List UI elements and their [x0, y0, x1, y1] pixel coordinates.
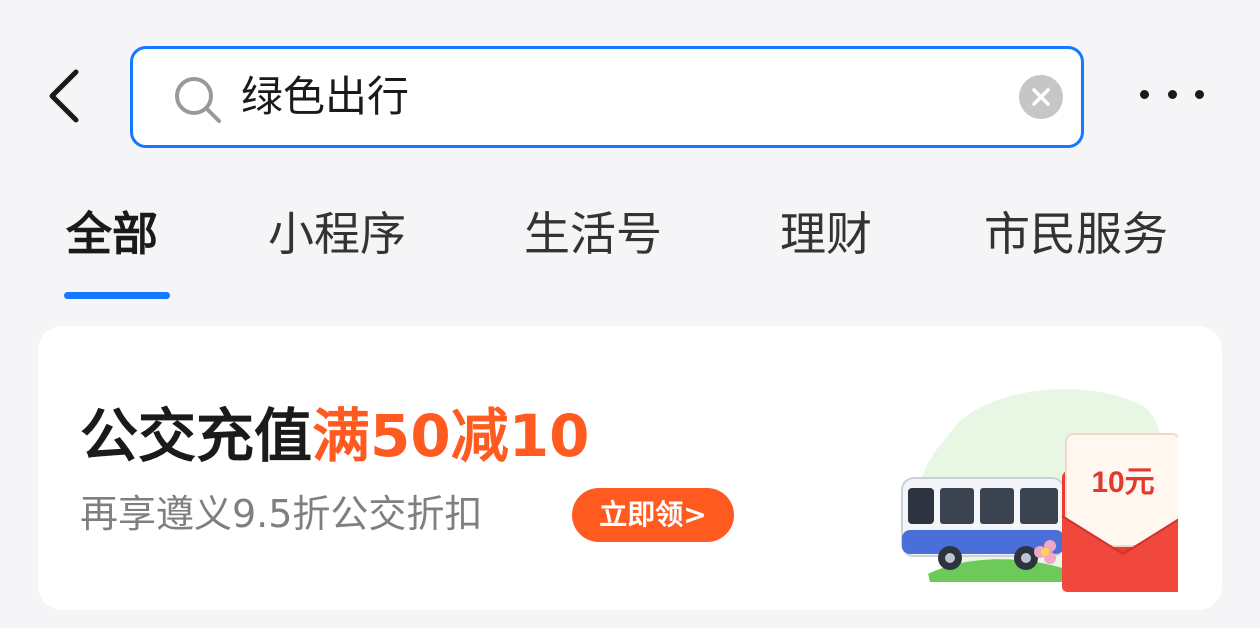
chevron-left-icon — [49, 69, 79, 123]
promo-title-highlight: 满50减10 — [312, 402, 590, 470]
search-icon — [175, 77, 221, 123]
more-options-button[interactable] — [1140, 78, 1204, 110]
promo-title-main: 公交充值 — [80, 402, 313, 470]
search-query-text: 绿色出行 — [241, 72, 410, 121]
tab-life-accounts[interactable]: 生活号 — [524, 196, 662, 272]
red-envelope-icon: 10元 — [1061, 433, 1178, 592]
bus-red-envelope-illustration: 10元 — [901, 389, 1178, 592]
envelope-amount-text: 10元 — [1091, 466, 1154, 499]
clear-search-button[interactable] — [1019, 75, 1063, 119]
clear-icon — [1032, 88, 1050, 106]
tab-all[interactable]: 全部 — [66, 196, 158, 272]
promo-title: 公交充值满50减10 — [80, 398, 589, 474]
tab-finance[interactable]: 理财 — [780, 196, 872, 272]
active-tab-indicator — [64, 292, 170, 299]
back-button[interactable] — [38, 64, 90, 128]
more-icon — [1140, 89, 1149, 99]
claim-now-button[interactable]: 立即领> — [572, 488, 734, 542]
bus-recharge-promo-card[interactable]: 公交充值满50减10 再享遵义9.5折公交折扣 立即领> 10元 — [38, 326, 1222, 610]
tab-citizen-services[interactable]: 市民服务 — [984, 196, 1168, 272]
tab-mini-programs[interactable]: 小程序 — [268, 196, 406, 272]
promo-subtitle: 再享遵义9.5折公交折扣 — [80, 492, 483, 536]
search-input[interactable]: 绿色出行 — [130, 46, 1084, 148]
